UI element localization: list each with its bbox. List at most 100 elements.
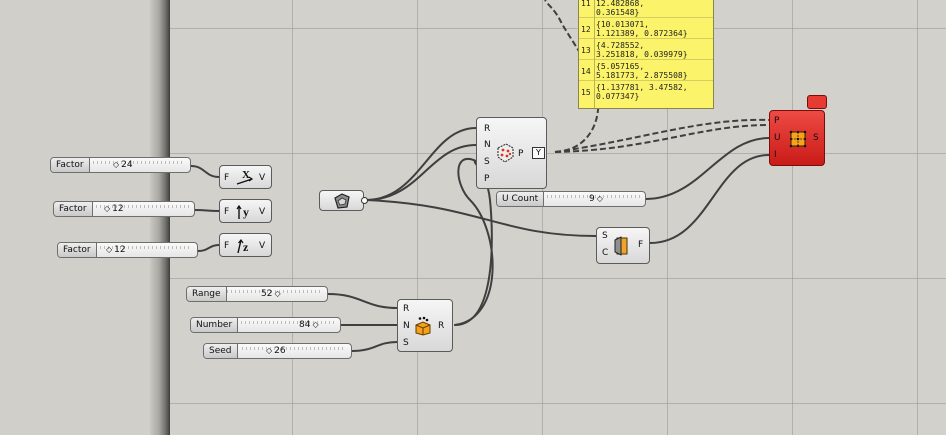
wire-ucount bbox=[645, 137, 770, 200]
svg-text:y: y bbox=[243, 205, 249, 219]
factor-y-slider[interactable]: Factor 12 bbox=[53, 201, 195, 217]
output-v[interactable]: V bbox=[259, 241, 265, 251]
input-c[interactable]: C bbox=[602, 248, 608, 258]
panel-row-line: 1.121389, 0.872364} bbox=[596, 29, 688, 38]
input-f[interactable]: F bbox=[224, 241, 229, 251]
panel-row-index: 12 bbox=[581, 25, 591, 34]
panel-row: 12 {10.013071, 1.121389, 0.872364} bbox=[579, 20, 713, 38]
output-f[interactable]: F bbox=[638, 240, 643, 250]
input-s[interactable]: S bbox=[602, 231, 608, 241]
wire-range bbox=[327, 293, 398, 309]
input-n[interactable]: N bbox=[403, 321, 410, 331]
slider-ticks bbox=[242, 347, 346, 350]
input-f[interactable]: F bbox=[224, 173, 229, 183]
list-item-access-icon[interactable]: Y bbox=[532, 147, 545, 159]
input-f[interactable]: F bbox=[224, 207, 229, 217]
range-slider[interactable]: Range 52 bbox=[186, 286, 328, 302]
unit-x-icon: X bbox=[236, 169, 254, 185]
brep-param-icon bbox=[334, 193, 350, 209]
populate-3d-icon bbox=[497, 143, 514, 163]
slider-value: 26 bbox=[266, 344, 285, 358]
factor-z-slider[interactable]: Factor 12 bbox=[57, 242, 198, 258]
slider-label: Factor bbox=[51, 158, 90, 172]
svg-text:z: z bbox=[243, 240, 249, 254]
output-p[interactable]: P bbox=[518, 149, 523, 159]
wire-seed bbox=[351, 341, 398, 352]
random-component[interactable]: R N S R bbox=[397, 299, 453, 352]
grasshopper-canvas[interactable]: Factor 24 Factor 12 Factor 12 Range 52 N… bbox=[0, 0, 946, 435]
output-v[interactable]: V bbox=[259, 207, 265, 217]
number-slider[interactable]: Number 84 bbox=[190, 317, 341, 333]
unit-y-component[interactable]: F y V bbox=[219, 199, 272, 223]
panel-row-divider bbox=[579, 17, 713, 18]
panel-row-line: 0.361548} bbox=[596, 8, 640, 17]
panel-row-line: {10.013071, bbox=[596, 20, 649, 29]
input-s[interactable]: S bbox=[403, 338, 409, 348]
panel-row-index: 11 bbox=[581, 0, 591, 8]
panel-row-line: {1.137781, 3.47582, bbox=[596, 83, 688, 92]
panel-row-line: 5.181773, 2.875508} bbox=[596, 71, 688, 80]
factor-x-slider[interactable]: Factor 24 bbox=[50, 157, 191, 173]
panel-row-line: {5.057165, bbox=[596, 62, 645, 71]
wires-layer bbox=[190, 0, 770, 352]
wire-factor-z bbox=[197, 244, 220, 252]
panel-row-line: 3.251818, 0.039979} bbox=[596, 50, 688, 59]
slider-label: Factor bbox=[54, 202, 93, 216]
cap-holes-icon bbox=[614, 236, 628, 256]
panel-row-line: {4.728552, bbox=[596, 41, 645, 50]
unit-z-icon: z bbox=[237, 238, 249, 254]
unit-z-component[interactable]: F z V bbox=[219, 233, 272, 257]
slider-label: U Count bbox=[497, 192, 545, 206]
output-s[interactable]: S bbox=[813, 133, 819, 143]
error-message-balloon[interactable] bbox=[807, 95, 827, 109]
brep-parameter[interactable] bbox=[319, 190, 364, 211]
panel-row-line: 12.482868, bbox=[596, 0, 645, 8]
brep-output-port[interactable] bbox=[361, 197, 368, 204]
panel-row: 11 12.482868, 0.361548} bbox=[579, 0, 713, 17]
slider-label: Factor bbox=[58, 243, 97, 257]
wire-factor-y bbox=[194, 209, 220, 212]
slider-value: 12 bbox=[106, 243, 125, 257]
wire-brep-to-populate-n bbox=[365, 144, 477, 201]
slider-ticks bbox=[93, 161, 185, 164]
output-panel[interactable]: 11 12.482868, 0.361548} 12 {10.013071, 1… bbox=[578, 0, 714, 109]
surface-from-points-icon bbox=[789, 130, 807, 148]
input-r[interactable]: R bbox=[484, 124, 490, 134]
panel-row-index: 15 bbox=[581, 88, 591, 97]
slider-value: 24 bbox=[113, 158, 132, 172]
cap-holes-component[interactable]: S C F bbox=[596, 227, 650, 264]
panel-row-divider bbox=[579, 59, 713, 60]
slider-label: Number bbox=[191, 318, 239, 332]
input-r[interactable]: R bbox=[403, 304, 409, 314]
panel-row-line: 0.077347} bbox=[596, 92, 640, 101]
slider-label: Seed bbox=[204, 344, 238, 358]
wire-factor-x bbox=[190, 165, 220, 178]
slider-value: 84 bbox=[299, 318, 319, 332]
output-r[interactable]: R bbox=[438, 321, 444, 331]
unit-x-component[interactable]: F X V bbox=[219, 165, 272, 189]
surface-from-points-component[interactable]: P U I S bbox=[769, 110, 825, 166]
panel-row-index: 14 bbox=[581, 67, 591, 76]
unit-y-icon: y bbox=[236, 204, 249, 219]
panel-row-divider bbox=[579, 38, 713, 39]
u-count-slider[interactable]: U Count 9 bbox=[496, 191, 646, 207]
slider-value: 12 bbox=[104, 202, 123, 216]
slider-value: 52 bbox=[261, 287, 281, 301]
random-icon bbox=[415, 316, 431, 336]
slider-value: 9 bbox=[589, 192, 603, 206]
input-u[interactable]: U bbox=[774, 133, 781, 143]
panel-row: 14 {5.057165, 5.181773, 2.875508} bbox=[579, 62, 713, 80]
panel-row-divider bbox=[579, 80, 713, 81]
seed-slider[interactable]: Seed 26 bbox=[203, 343, 352, 359]
slider-ticks bbox=[241, 321, 335, 324]
panel-row-index: 13 bbox=[581, 46, 591, 55]
input-p[interactable]: P bbox=[484, 174, 489, 184]
panel-row: 15 {1.137781, 3.47582, 0.077347} bbox=[579, 83, 713, 101]
input-n[interactable]: N bbox=[484, 140, 491, 150]
output-v[interactable]: V bbox=[259, 173, 265, 183]
input-p[interactable]: P bbox=[774, 116, 779, 126]
panel-row: 13 {4.728552, 3.251818, 0.039979} bbox=[579, 41, 713, 59]
input-i[interactable]: I bbox=[774, 150, 777, 160]
slider-label: Range bbox=[187, 287, 227, 301]
input-s[interactable]: S bbox=[484, 157, 490, 167]
